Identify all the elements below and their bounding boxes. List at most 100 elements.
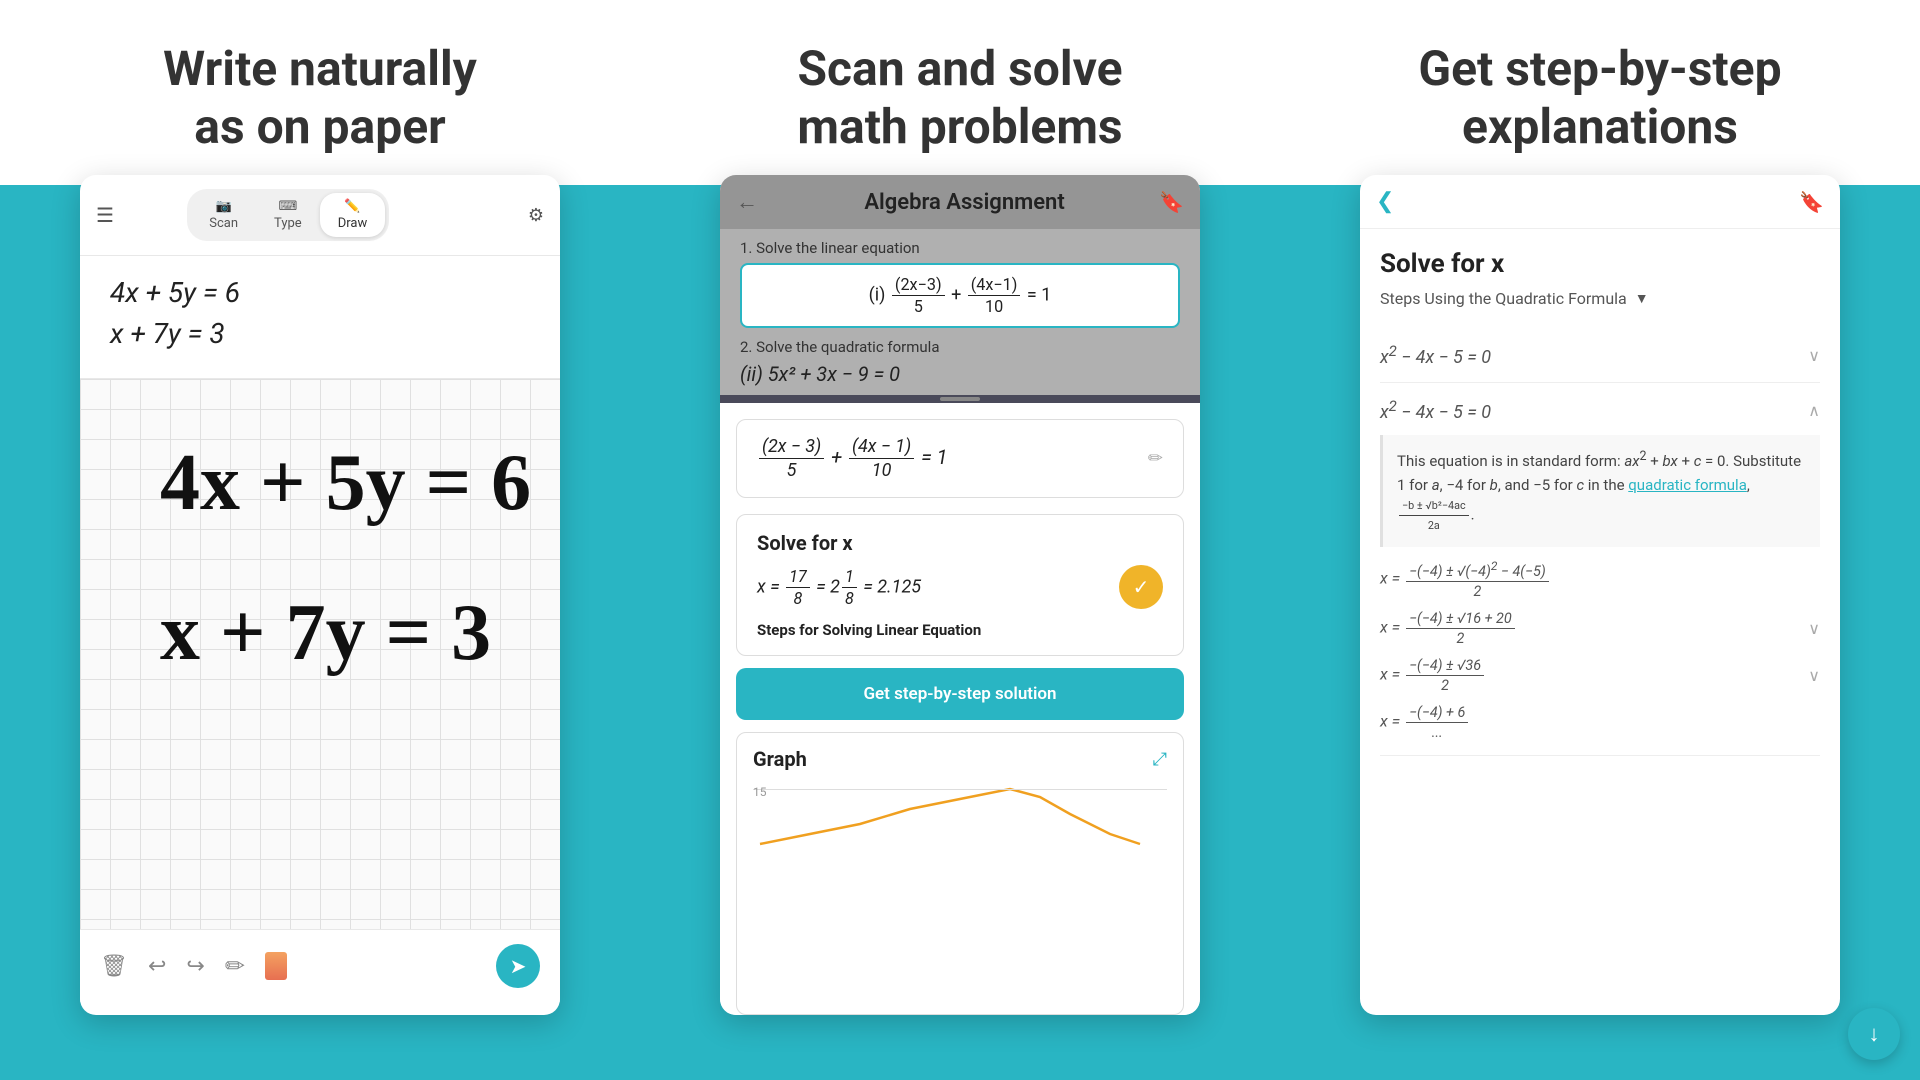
fab-down-icon: ↓: [1869, 1021, 1880, 1047]
scan-title: Algebra Assignment: [770, 190, 1159, 215]
svg-text:x + 7y = 3: x + 7y = 3: [160, 589, 491, 677]
left-bottom-toolbar: 🗑 ↩ ↪ ✏ ➤: [80, 929, 560, 1002]
results-area: (2x − 3) 5 + (4x − 1) 10 = 1 ✏ Solve: [720, 403, 1200, 1015]
formula-row2: x = −(−4) ± √16 + 20 2 ∨: [1380, 610, 1820, 647]
formula-eq4: x = −(−4) + 6 ...: [1380, 704, 1470, 741]
heading-write: Write naturallyas on paper: [40, 40, 600, 155]
step2-chevron-icon[interactable]: ∧: [1808, 401, 1820, 420]
mode-selector: 📷 Scan ⌨ Type ✏️ Draw: [187, 189, 389, 241]
formula-eq1: x = −(−4) ± √(−4)2 − 4(−5) 2: [1380, 559, 1551, 600]
solve-result-row: x = 178 = 218 = 2.125 ✓: [757, 565, 1163, 609]
scan-header: ← Algebra Assignment 🔖: [720, 175, 1200, 229]
problem1-label: 1. Solve the linear equation: [740, 239, 1180, 257]
method-row: Steps Using the Quadratic Formula ▼: [1380, 289, 1820, 308]
step-explanation: This equation is in standard form: ax2 +…: [1380, 435, 1820, 547]
typed-eq2: x + 7y = 3: [110, 317, 530, 350]
step-solution-button[interactable]: Get step-by-step solution: [736, 668, 1184, 720]
formula-row3-chevron[interactable]: ∨: [1808, 666, 1820, 685]
check-button[interactable]: ✓: [1119, 565, 1163, 609]
redo-icon[interactable]: ↪: [186, 954, 204, 979]
step1-row[interactable]: x2 − 4x − 5 = 0 ∨: [1380, 328, 1820, 383]
keyboard-icon: ⌨: [278, 199, 297, 214]
right-solve-title: Solve for x: [1380, 249, 1820, 279]
problem1-fraction-label: (i): [869, 284, 890, 305]
solve-box: Solve for x x = 178 = 218 = 2.125 ✓ Step…: [736, 514, 1184, 656]
back-icon[interactable]: ←: [736, 189, 758, 215]
right-content: Solve for x Steps Using the Quadratic Fo…: [1360, 229, 1840, 1015]
draw-icon: ✏️: [344, 199, 360, 214]
typed-eq1: 4x + 5y = 6: [110, 276, 530, 309]
top-headings-section: Write naturallyas on paper Scan and solv…: [0, 0, 1920, 185]
send-arrow-icon: ➤: [510, 954, 527, 978]
step1-eq: x2 − 4x − 5 = 0: [1380, 342, 1491, 368]
graph-header: Graph ⤢: [753, 747, 1167, 771]
scan-area: ← Algebra Assignment 🔖 1. Solve the line…: [720, 175, 1200, 395]
method-label: Steps Using the Quadratic Formula: [1380, 289, 1627, 308]
handwrite-area[interactable]: 4x + 5y = 6 x + 7y = 3: [80, 379, 560, 929]
step1-chevron-icon: ∨: [1808, 346, 1820, 365]
formula-rows: x = −(−4) ± √(−4)2 − 4(−5) 2 x =: [1380, 559, 1820, 741]
quadratic-formula-link[interactable]: quadratic formula: [1628, 476, 1747, 494]
col2-heading: Scan and solvemath problems: [640, 40, 1280, 155]
edit-icon[interactable]: ✏: [1148, 448, 1163, 469]
graph-area: 15: [753, 779, 1167, 859]
graph-title: Graph: [753, 747, 807, 771]
checkmark-icon: ✓: [1133, 575, 1150, 599]
formula-row1: x = −(−4) ± √(−4)2 − 4(−5) 2: [1380, 559, 1820, 600]
step2-expanded: x2 − 4x − 5 = 0 ∧ This equation is in st…: [1380, 383, 1820, 755]
heading-scan: Scan and solvemath problems: [680, 40, 1240, 155]
right-panel-col: ❮ 🔖 Solve for x Steps Using the Quadrati…: [1280, 185, 1920, 1080]
sidebar-icon[interactable]: ☰: [96, 203, 114, 227]
right-bookmark-icon[interactable]: 🔖: [1799, 190, 1824, 214]
step-btn-label: Get step-by-step solution: [863, 684, 1056, 704]
left-panel-col: ☰ 📷 Scan ⌨ Type ✏️ Draw ⚙: [0, 185, 640, 1080]
formula-row2-chevron[interactable]: ∨: [1808, 619, 1820, 638]
res-frac2: (4x − 1) 10: [849, 436, 914, 481]
eraser-icon[interactable]: [265, 952, 287, 980]
delete-icon[interactable]: 🗑: [100, 954, 128, 979]
fab-down-button[interactable]: ↓: [1848, 1008, 1900, 1060]
right-card: ❮ 🔖 Solve for x Steps Using the Quadrati…: [1360, 175, 1840, 1015]
problem2-eq: (ii) 5x² + 3x − 9 = 0: [740, 362, 1180, 386]
expand-icon[interactable]: ⤢: [1153, 749, 1167, 770]
heading-steps: Get step-by-stepexplanations: [1320, 40, 1880, 155]
device-bar: [720, 395, 1200, 403]
res-frac1: (2x − 3) 5: [759, 436, 824, 481]
graph-box: Graph ⤢ 15: [736, 732, 1184, 1015]
problem2-label: 2. Solve the quadratic formula: [740, 338, 1180, 356]
steps-label: Steps for Solving Linear Equation: [757, 621, 1163, 639]
solve-title: Solve for x: [757, 531, 1163, 555]
frac1: (2x−3) 5: [892, 275, 945, 316]
col3-heading: Get step-by-stepexplanations: [1280, 40, 1920, 155]
result-equation-box: (2x − 3) 5 + (4x − 1) 10 = 1 ✏: [736, 419, 1184, 498]
scan-label: Scan: [209, 216, 238, 231]
formula-eq2: x = −(−4) ± √16 + 20 2: [1380, 610, 1517, 647]
formula-row4: x = −(−4) + 6 ...: [1380, 704, 1820, 741]
draw-label: Draw: [338, 216, 368, 231]
undo-icon[interactable]: ↩: [148, 954, 166, 979]
formula-row3: x = −(−4) ± √36 2 ∨: [1380, 657, 1820, 694]
method-dropdown-icon[interactable]: ▼: [1635, 290, 1649, 307]
type-label: Type: [274, 216, 302, 231]
step2-header: x2 − 4x − 5 = 0 ∧: [1380, 397, 1820, 423]
type-mode-btn[interactable]: ⌨ Type: [256, 193, 320, 237]
solve-result-eq: x = 178 = 218 = 2.125: [757, 567, 921, 608]
step2-eq: x2 − 4x − 5 = 0: [1380, 397, 1491, 423]
pencil-icon[interactable]: ✏: [225, 952, 245, 980]
bookmark-icon[interactable]: 🔖: [1159, 190, 1184, 214]
scan-problems-area: 1. Solve the linear equation (i) (2x−3) …: [720, 229, 1200, 395]
settings-icon[interactable]: ⚙: [528, 205, 544, 226]
left-toolbar: ☰ 📷 Scan ⌨ Type ✏️ Draw ⚙: [80, 175, 560, 256]
handwriting-svg: 4x + 5y = 6 x + 7y = 3: [80, 379, 560, 929]
left-card: ☰ 📷 Scan ⌨ Type ✏️ Draw ⚙: [80, 175, 560, 1015]
graph-gridline: [753, 789, 1167, 790]
typed-equations-area: 4x + 5y = 6 x + 7y = 3: [80, 256, 560, 379]
camera-icon: 📷: [216, 199, 232, 214]
graph-number: 15: [753, 785, 767, 799]
send-button[interactable]: ➤: [496, 944, 540, 988]
result-eq-text: (2x − 3) 5 + (4x − 1) 10 = 1: [757, 436, 948, 481]
draw-mode-btn[interactable]: ✏️ Draw: [320, 193, 386, 237]
scan-mode-btn[interactable]: 📷 Scan: [191, 193, 256, 237]
right-back-icon[interactable]: ❮: [1376, 189, 1394, 214]
col1-heading: Write naturallyas on paper: [0, 40, 640, 155]
